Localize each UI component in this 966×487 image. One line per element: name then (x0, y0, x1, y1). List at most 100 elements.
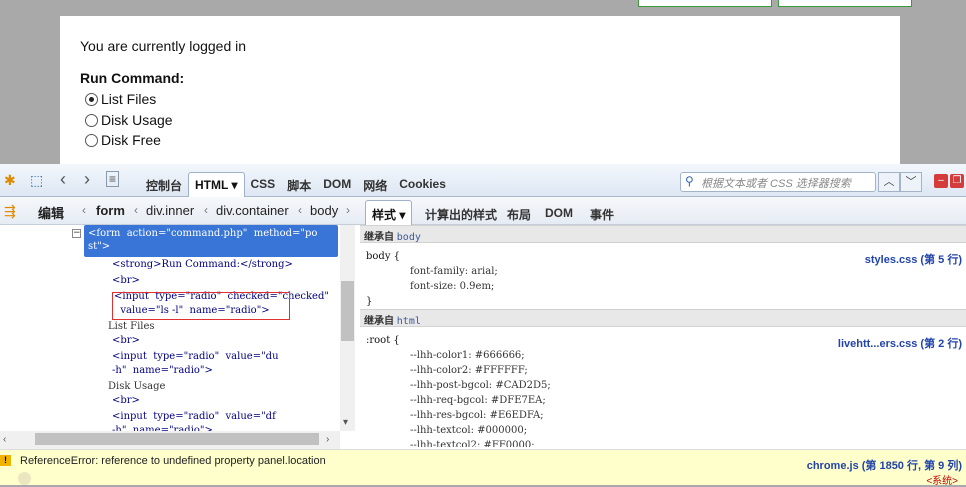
chevron-down-icon: ▾ (399, 208, 406, 222)
tab-cookies[interactable]: Cookies (393, 172, 452, 197)
tab-html-label: HTML (195, 178, 229, 192)
tree-node[interactable]: -h" name="radio"> (112, 365, 213, 376)
error-source-link[interactable]: chrome.js (第 1850 行, 第 9 列) (807, 457, 962, 473)
scroll-right-icon[interactable]: › (326, 434, 329, 445)
css-selector[interactable]: body { (366, 251, 400, 262)
command-line-icon[interactable]: ≡ (106, 171, 120, 187)
css-property[interactable]: --lhh-req-bgcol: #DFE7EA; (410, 395, 546, 406)
breadcrumb-separator: ‹ (298, 203, 302, 217)
inherited-label: 继承自 (364, 316, 394, 327)
search-icon: ⚲ (685, 174, 694, 188)
horizontal-scroll-thumb[interactable] (35, 433, 319, 445)
inherited-from-header: 继承自 html (360, 309, 966, 327)
firebug-panel: ✱ ⬚ ‹ › ≡ 控制台 HTML ▾ CSS 脚本 DOM 网络 Cooki… (0, 164, 966, 487)
tree-node[interactable]: <br> (112, 395, 140, 406)
browser-top-button[interactable] (778, 0, 912, 7)
search-prev-button[interactable]: ︿ (878, 172, 900, 192)
css-selector[interactable]: :root { (366, 335, 400, 346)
side-tab-computed[interactable]: 计算出的样式 (425, 206, 497, 223)
warning-icon: ! (0, 455, 11, 466)
breadcrumb-div-inner[interactable]: div.inner (146, 203, 194, 218)
selected-node-line: <form action="command.php" method="po (88, 228, 318, 239)
css-source-link[interactable]: livehtt...ers.css (第 2 行) (838, 335, 962, 351)
forward-arrow-icon[interactable]: › (84, 169, 90, 190)
browser-top-button[interactable] (638, 0, 772, 7)
radio-option-disk-free[interactable]: Disk Free (85, 132, 161, 148)
firebug-subtoolbar: ⇶ 编辑 ‹ form ‹ div.inner ‹ div.container … (0, 197, 966, 225)
side-tab-style-label: 样式 (372, 208, 397, 222)
edit-button[interactable]: 编辑 (38, 203, 64, 222)
tree-node[interactable]: <strong>Run Command:</strong> (112, 259, 293, 270)
inherited-element-link[interactable]: body (397, 232, 421, 243)
status-indicator-icon (18, 472, 31, 485)
radio-button[interactable] (85, 92, 98, 106)
inspect-cursor-icon[interactable]: ⬚ (30, 172, 43, 189)
error-message[interactable]: ReferenceError: reference to undefined p… (20, 455, 326, 467)
css-property[interactable]: --lhh-color1: #666666; (410, 350, 525, 361)
radio-option-list-files[interactable]: List Files (85, 91, 156, 107)
tab-console[interactable]: 控制台 (140, 172, 188, 197)
breadcrumb-div-container[interactable]: div.container (216, 203, 289, 218)
login-status-text: You are currently logged in (80, 38, 247, 54)
run-command-heading: Run Command: (80, 70, 185, 86)
tree-text-node[interactable]: Disk Usage (108, 381, 165, 392)
radio-option-disk-usage[interactable]: Disk Usage (85, 112, 173, 128)
tab-html[interactable]: HTML ▾ (188, 172, 245, 197)
tree-node[interactable]: <br> (112, 275, 140, 286)
css-source-link[interactable]: styles.css (第 5 行) (865, 251, 962, 267)
scroll-left-icon[interactable]: ‹ (3, 434, 6, 445)
search-next-button[interactable]: ﹀ (900, 172, 922, 192)
html-tree-pane: − <form action="command.php" method="po … (0, 225, 355, 449)
radio-button[interactable] (85, 133, 98, 147)
breadcrumb-scroll-left-icon[interactable]: ‹ (82, 203, 86, 217)
vertical-scroll-thumb[interactable] (341, 281, 354, 341)
css-property[interactable]: --lhh-color2: #FFFFFF; (410, 365, 528, 376)
highlight-annotation-box (112, 292, 290, 320)
css-property[interactable]: font-family: arial; (410, 266, 498, 277)
css-property[interactable]: --lhh-res-bgcol: #E6EDFA; (410, 410, 544, 421)
firebug-bug-icon[interactable]: ✱ (4, 172, 16, 189)
detach-icon[interactable]: ❐ (950, 174, 964, 188)
tree-node[interactable]: <input type="radio" value="df (112, 411, 276, 422)
side-tab-style[interactable]: 样式 ▾ (365, 200, 413, 225)
firebug-toolbar: ✱ ⬚ ‹ › ≡ 控制台 HTML ▾ CSS 脚本 DOM 网络 Cooki… (0, 164, 966, 197)
breadcrumb-scroll-right-icon[interactable]: › (346, 203, 350, 217)
side-tab-events[interactable]: 事件 (590, 206, 614, 223)
error-status-bar: ! ReferenceError: reference to undefined… (0, 449, 966, 487)
radio-label: List Files (101, 91, 157, 107)
tab-css[interactable]: CSS (245, 172, 282, 197)
edit-mode-icon[interactable]: ⇶ (4, 203, 16, 220)
breadcrumb-body[interactable]: body (310, 203, 338, 218)
collapse-toggle-icon[interactable]: − (72, 229, 81, 238)
inherited-element-link[interactable]: html (397, 316, 421, 327)
back-arrow-icon[interactable]: ‹ (60, 169, 66, 190)
scroll-down-icon[interactable]: ▾ (343, 417, 348, 428)
inherited-label: 继承自 (364, 232, 394, 243)
breadcrumb-separator: ‹ (134, 203, 138, 217)
minimize-icon[interactable]: – (934, 174, 948, 188)
page-content: You are currently logged in Run Command:… (60, 16, 900, 164)
css-close-brace: } (366, 296, 373, 307)
search-input[interactable]: ⚲ 根据文本或者 CSS 选择器搜索 (680, 172, 876, 192)
side-tab-layout[interactable]: 布局 (507, 206, 531, 223)
radio-button[interactable] (85, 113, 98, 127)
selected-node-line: st"> (88, 241, 111, 252)
tree-node[interactable]: <input type="radio" value="du (112, 351, 279, 362)
search-placeholder: 根据文本或者 CSS 选择器搜索 (701, 178, 851, 190)
side-tab-dom[interactable]: DOM (545, 206, 573, 220)
tab-net[interactable]: 网络 (357, 172, 393, 197)
chevron-down-icon: ▾ (231, 178, 238, 192)
css-property[interactable]: font-size: 0.9em; (410, 281, 494, 292)
css-property[interactable]: --lhh-textcol: #000000; (410, 425, 527, 436)
breadcrumb-separator: ‹ (204, 203, 208, 217)
tree-text-node[interactable]: List Files (108, 321, 155, 332)
tab-dom[interactable]: DOM (317, 172, 357, 197)
tab-script[interactable]: 脚本 (281, 172, 317, 197)
css-property[interactable]: --lhh-post-bgcol: #CAD2D5; (410, 380, 551, 391)
breadcrumb-form[interactable]: form (96, 203, 125, 218)
radio-label: Disk Free (101, 132, 161, 148)
css-property[interactable]: --lhh-textcol2: #FF0000; (410, 440, 535, 447)
radio-label: Disk Usage (101, 112, 173, 128)
firebug-tab-bar: 控制台 HTML ▾ CSS 脚本 DOM 网络 Cookies (140, 172, 452, 197)
tree-node[interactable]: <br> (112, 335, 140, 346)
